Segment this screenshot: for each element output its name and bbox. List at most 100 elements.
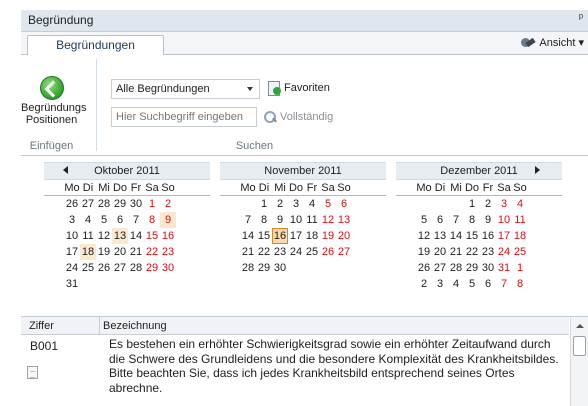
- calendar-day[interactable]: 29: [256, 260, 272, 276]
- previous-month-icon[interactable]: [63, 166, 68, 174]
- calendar-day[interactable]: 24: [496, 244, 512, 260]
- calendar-day[interactable]: 9: [160, 212, 176, 228]
- calendar-day[interactable]: 4: [448, 276, 464, 292]
- calendar-day[interactable]: 8: [256, 212, 272, 228]
- calendar-day[interactable]: 31: [496, 260, 512, 276]
- vertical-scrollbar[interactable]: [570, 317, 588, 406]
- calendar-day[interactable]: 10: [64, 228, 80, 244]
- calendar-day[interactable]: 10: [288, 212, 304, 228]
- calendar-day[interactable]: 26: [320, 244, 336, 260]
- calendar-day[interactable]: 8: [144, 212, 160, 228]
- calendar-day[interactable]: 18: [80, 244, 96, 260]
- calendar-day[interactable]: 21: [128, 244, 144, 260]
- scroll-up-icon[interactable]: [576, 324, 584, 328]
- calendar-day[interactable]: 11: [512, 212, 528, 228]
- calendar-day[interactable]: 13: [432, 228, 448, 244]
- calendar-day[interactable]: 1: [256, 196, 272, 212]
- calendar-day[interactable]: 16: [160, 228, 176, 244]
- calendar-day[interactable]: 4: [304, 196, 320, 212]
- column-header-bezeichnung[interactable]: Bezeichnung: [103, 317, 167, 335]
- calendar-day[interactable]: 27: [80, 196, 96, 212]
- calendar-day[interactable]: 13: [336, 212, 352, 228]
- calendar-day[interactable]: 30: [272, 260, 288, 276]
- calendar-day[interactable]: 2: [160, 196, 176, 212]
- calendar-day[interactable]: 5: [320, 196, 336, 212]
- tab-begruendungen[interactable]: Begründungen: [27, 35, 164, 56]
- calendar-day[interactable]: 7: [128, 212, 144, 228]
- calendar-day[interactable]: 28: [240, 260, 256, 276]
- calendar-day[interactable]: 20: [336, 228, 352, 244]
- calendar-day[interactable]: 18: [304, 228, 320, 244]
- calendar-day[interactable]: 23: [272, 244, 288, 260]
- calendar-day[interactable]: 17: [496, 228, 512, 244]
- calendar-day[interactable]: 6: [112, 212, 128, 228]
- calendar-day[interactable]: 3: [288, 196, 304, 212]
- calendar-day[interactable]: 30: [160, 260, 176, 276]
- calendar-day[interactable]: 14: [240, 228, 256, 244]
- calendar-day[interactable]: 31: [64, 276, 80, 292]
- calendar-day[interactable]: 28: [96, 196, 112, 212]
- calendar-day[interactable]: 30: [128, 196, 144, 212]
- calendar-day[interactable]: 21: [240, 244, 256, 260]
- calendar-day[interactable]: 28: [448, 260, 464, 276]
- scroll-thumb[interactable]: [573, 336, 586, 356]
- add-position-button[interactable]: Begründungs Positionen: [21, 65, 86, 137]
- calendar-day[interactable]: 6: [480, 276, 496, 292]
- calendar-day[interactable]: 27: [432, 260, 448, 276]
- calendar-day[interactable]: 28: [128, 260, 144, 276]
- calendar-day[interactable]: 17: [64, 244, 80, 260]
- calendar-day[interactable]: 13: [112, 228, 128, 244]
- calendar-day[interactable]: 21: [448, 244, 464, 260]
- calendar-day[interactable]: 29: [112, 196, 128, 212]
- calendar-day[interactable]: 22: [256, 244, 272, 260]
- calendar-day[interactable]: 22: [144, 244, 160, 260]
- calendar-day[interactable]: 26: [64, 196, 80, 212]
- calendar-day[interactable]: 5: [416, 212, 432, 228]
- column-header-ziffer[interactable]: Ziffer: [21, 317, 100, 335]
- favorites-button[interactable]: Favoriten: [267, 81, 330, 96]
- calendar-day[interactable]: 27: [336, 244, 352, 260]
- calendar-day[interactable]: 12: [96, 228, 112, 244]
- calendar-day[interactable]: 5: [464, 276, 480, 292]
- calendar-day[interactable]: 10: [496, 212, 512, 228]
- calendar-day[interactable]: 11: [80, 228, 96, 244]
- calendar-day[interactable]: 4: [512, 196, 528, 212]
- calendar-day[interactable]: 9: [480, 212, 496, 228]
- calendar-day[interactable]: 24: [64, 260, 80, 276]
- calendar-day[interactable]: 7: [240, 212, 256, 228]
- calendar-day[interactable]: 26: [416, 260, 432, 276]
- calendar-day[interactable]: 7: [496, 276, 512, 292]
- full-search-button[interactable]: Vollständig: [263, 110, 333, 124]
- search-input[interactable]: Hier Suchbegriff eingeben: [111, 107, 257, 127]
- calendar-day[interactable]: 23: [160, 244, 176, 260]
- calendar-day[interactable]: 12: [320, 212, 336, 228]
- calendar-day[interactable]: 15: [256, 228, 272, 244]
- calendar-day[interactable]: 7: [448, 212, 464, 228]
- calendar-day[interactable]: 11: [304, 212, 320, 228]
- calendar-day[interactable]: 1: [512, 260, 528, 276]
- calendar-day[interactable]: 8: [464, 212, 480, 228]
- calendar-day[interactable]: 3: [496, 196, 512, 212]
- calendar-day[interactable]: 25: [512, 244, 528, 260]
- calendar-day[interactable]: 25: [304, 244, 320, 260]
- calendar-day[interactable]: 25: [80, 260, 96, 276]
- pin-icon[interactable]: ᵖ: [579, 12, 583, 24]
- calendar-day[interactable]: 8: [512, 276, 528, 292]
- next-month-icon[interactable]: [535, 166, 540, 174]
- calendar-day[interactable]: 9: [272, 212, 288, 228]
- calendar-day[interactable]: 17: [288, 228, 304, 244]
- calendar-day[interactable]: 19: [320, 228, 336, 244]
- calendar-day[interactable]: 15: [464, 228, 480, 244]
- calendar-day[interactable]: 1: [144, 196, 160, 212]
- calendar-day[interactable]: 29: [464, 260, 480, 276]
- calendar-day[interactable]: 22: [464, 244, 480, 260]
- calendar-day[interactable]: 29: [144, 260, 160, 276]
- calendar-day[interactable]: 24: [288, 244, 304, 260]
- calendar-day[interactable]: 23: [480, 244, 496, 260]
- calendar-day[interactable]: 15: [144, 228, 160, 244]
- calendar-day[interactable]: 14: [448, 228, 464, 244]
- calendar-day[interactable]: 19: [96, 244, 112, 260]
- calendar-day[interactable]: 2: [480, 196, 496, 212]
- calendar-day[interactable]: 6: [336, 196, 352, 212]
- calendar-day[interactable]: 4: [80, 212, 96, 228]
